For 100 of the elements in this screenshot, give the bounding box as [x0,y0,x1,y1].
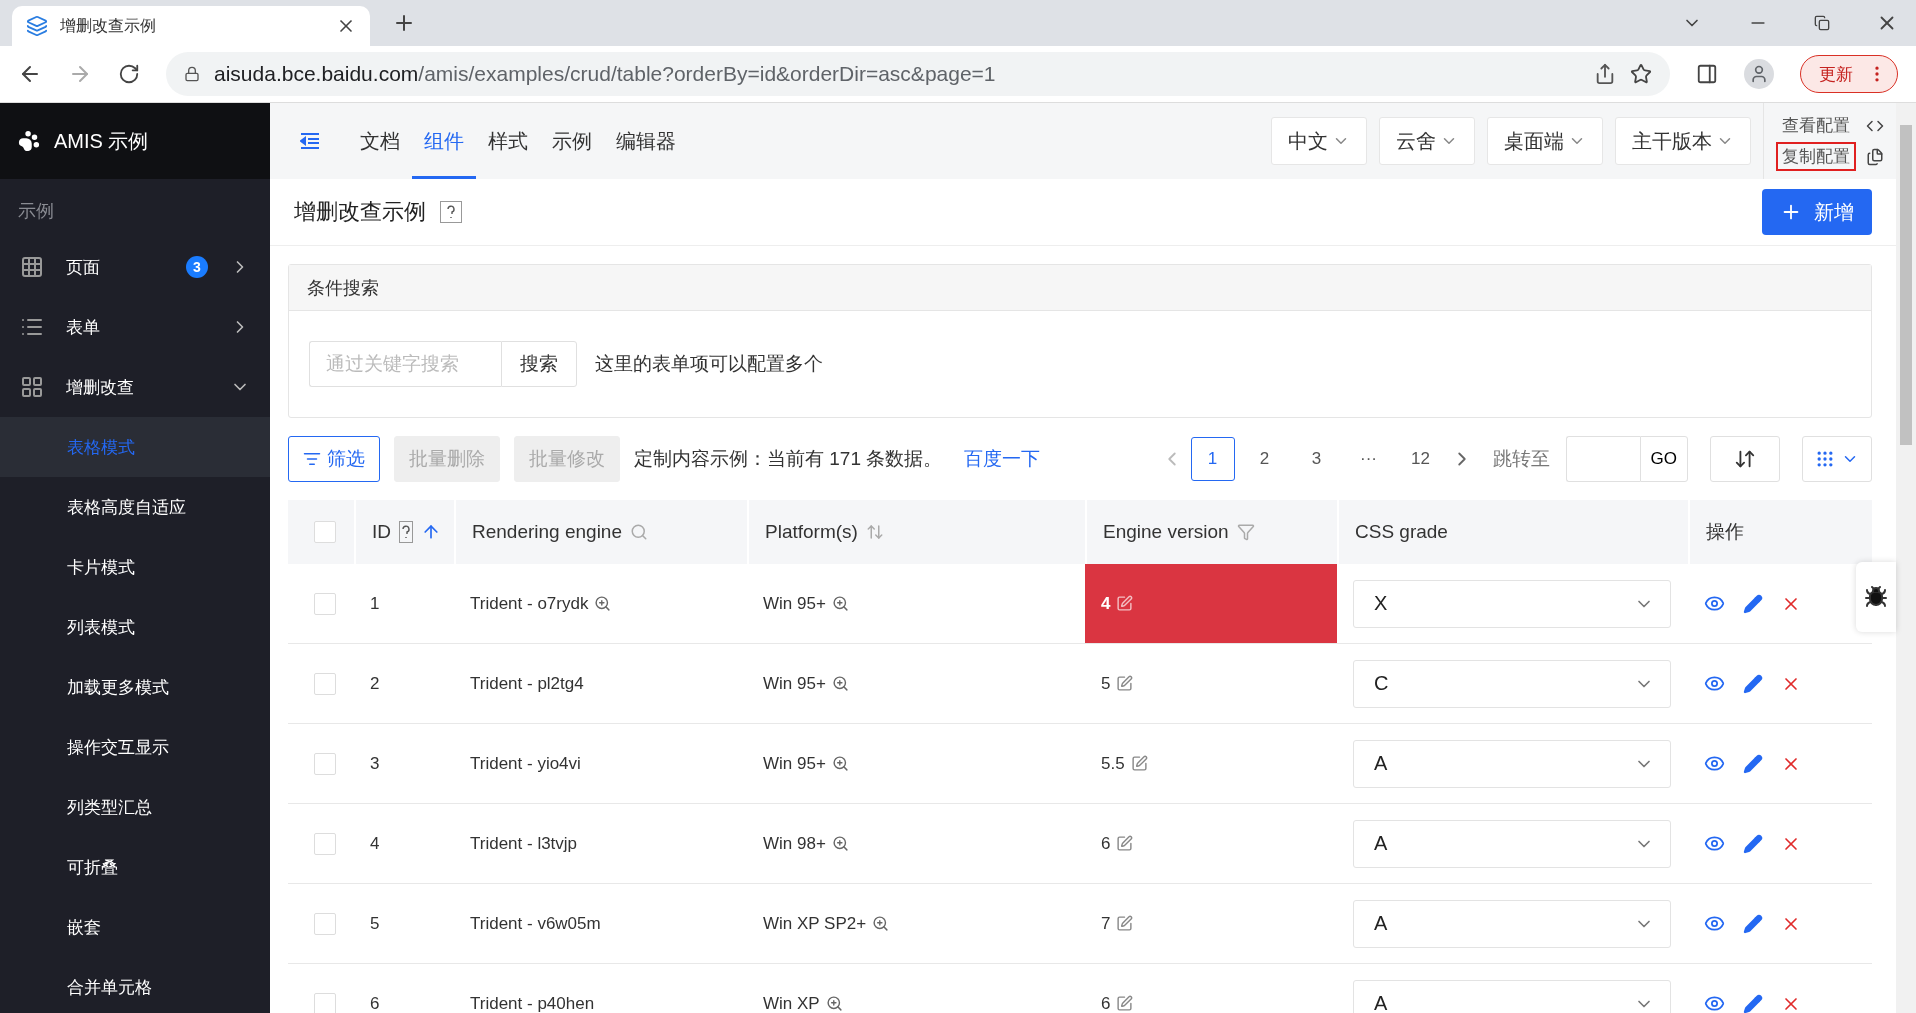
sidebar-subitem[interactable]: 列表模式 [0,597,270,657]
grade-select[interactable]: A [1353,899,1671,948]
table-cell: Trident - pl2tg4 [470,673,584,694]
section-label: 示例 [17,200,55,223]
edit-icon[interactable] [1116,835,1134,852]
checkbox[interactable] [314,592,336,615]
edit-icon[interactable] [1116,995,1134,1012]
edit-icon[interactable] [1130,755,1148,772]
share-icon[interactable] [1594,63,1616,85]
edit-icon[interactable] [1116,595,1134,612]
sidebar-subitem[interactable]: 嵌套 [0,897,270,957]
browser-tab[interactable]: 增删改查示例 [12,6,370,46]
config-link[interactable]: 查看配置 [1776,111,1856,140]
copy-icon[interactable] [1866,147,1884,166]
edit-icon[interactable] [1116,915,1134,932]
filter-icon [303,450,321,468]
pencil-icon[interactable] [1743,833,1763,854]
dropdown[interactable]: 中文 [1271,117,1367,165]
avatar-icon[interactable] [1744,59,1774,89]
zoom-icon[interactable] [872,915,890,932]
sidebar-item[interactable]: 表单 [0,297,270,357]
grade-select[interactable]: C [1353,659,1671,708]
page-input[interactable] [1565,436,1640,482]
checkbox[interactable] [314,912,336,935]
table-cell: Win 95+ [763,753,826,774]
nav-tab[interactable]: 样式 [476,103,540,179]
table-cell: 5 [370,913,380,934]
sidebar-item[interactable]: 增删改查 [0,357,270,417]
help-icon [399,521,413,543]
help-icon [440,201,462,223]
nav-tab[interactable]: 组件 [412,103,476,179]
pencil-icon[interactable] [1743,753,1763,774]
sidebar-subitem[interactable]: 表格高度自适应 [0,477,270,537]
table-cell: Win 95+ [763,593,826,614]
columns-button[interactable] [1802,436,1872,482]
table-cell: 3 [370,753,380,774]
pencil-icon[interactable] [1743,993,1763,1013]
grade-select[interactable]: X [1353,579,1671,628]
sidebar-subitem[interactable]: 列类型汇总 [0,777,270,837]
sidebar-subitem[interactable]: 卡片模式 [0,537,270,597]
pencil-icon[interactable] [1743,593,1763,614]
zoom-icon[interactable] [831,835,849,852]
sidebar-item[interactable]: 页面 3 [0,237,270,297]
address-bar[interactable]: aisuda.bce.baidu.com/amis/examples/crud/table?orderBy=id&orderDir=asc&page=1 [166,52,1670,96]
jump-label: 跳转至 [1492,447,1550,471]
grade-select[interactable]: A [1353,819,1671,868]
grade-select[interactable]: A [1353,979,1671,1013]
sidebar-subitem[interactable]: 操作交互显示 [0,717,270,777]
side-panel-icon[interactable] [1696,63,1718,85]
checkbox[interactable] [314,521,336,543]
nav-tab[interactable]: 示例 [540,103,604,179]
sidebar-subitem[interactable]: 加载更多模式 [0,657,270,717]
filter-button[interactable]: 筛选 [288,436,380,482]
checkbox[interactable] [314,832,336,855]
nav-tab[interactable]: 编辑器 [604,103,688,179]
pencil-icon[interactable] [1743,913,1763,934]
sidebar-subitem[interactable]: 合并单元格 [0,957,270,1013]
tab-title: 增删改查示例 [60,15,156,36]
debug-button[interactable] [1856,562,1896,632]
search-field[interactable]: 通过关键字搜索 [309,341,501,387]
url-path: /amis/examples/crud/table?orderBy=id&orderDir=asc&page=1 [418,62,996,85]
restore-icon[interactable] [1814,15,1830,31]
zoom-icon[interactable] [831,755,849,772]
sidebar-subitem[interactable]: 可折叠 [0,837,270,897]
config-link[interactable]: 复制配置 [1776,142,1856,171]
table-cell: 6 [1101,993,1111,1013]
page-button[interactable]: 1 [1190,437,1235,481]
zoom-icon[interactable] [831,675,849,692]
update-button[interactable]: 更新 [1800,55,1898,93]
brand-title: AMIS 示例 [54,128,149,154]
sort-toggle-button[interactable] [1710,436,1780,482]
grid-icon [20,375,44,399]
dropdown[interactable]: 桌面端 [1487,117,1603,165]
table-cell: Win 95+ [763,673,826,694]
column-header: Platform(s) [765,521,858,543]
star-icon[interactable] [1630,63,1652,85]
edit-icon[interactable] [1116,675,1134,692]
add-button[interactable]: 新增 [1762,189,1872,235]
grid-dots-icon [1815,449,1835,469]
dropdown[interactable]: 主干版本 [1615,117,1751,165]
zoom-icon[interactable] [825,995,843,1012]
zoom-icon[interactable] [831,595,849,612]
dropdown[interactable]: 云舍 [1379,117,1475,165]
checkbox[interactable] [314,672,336,695]
search-button[interactable]: 搜索 [501,341,577,387]
checkbox[interactable] [314,992,336,1013]
table-cell: Trident - l3tvjp [470,833,578,854]
pencil-icon[interactable] [1743,673,1763,694]
zoom-icon[interactable] [594,595,612,612]
reload-icon[interactable] [118,63,140,85]
paw-icon [18,130,40,152]
bug-icon [1864,585,1888,609]
baidu-link[interactable]: 百度一下 [964,446,1041,472]
url-host: aisuda.bce.baidu.com [214,62,419,85]
go-button[interactable]: GO [1639,436,1688,482]
grade-select[interactable]: A [1353,739,1671,788]
checkbox[interactable] [314,752,336,775]
column-header: Rendering engine [472,521,622,543]
nav-tab[interactable]: 文档 [348,103,412,179]
table-cell: Trident - v6w05m [470,913,601,934]
